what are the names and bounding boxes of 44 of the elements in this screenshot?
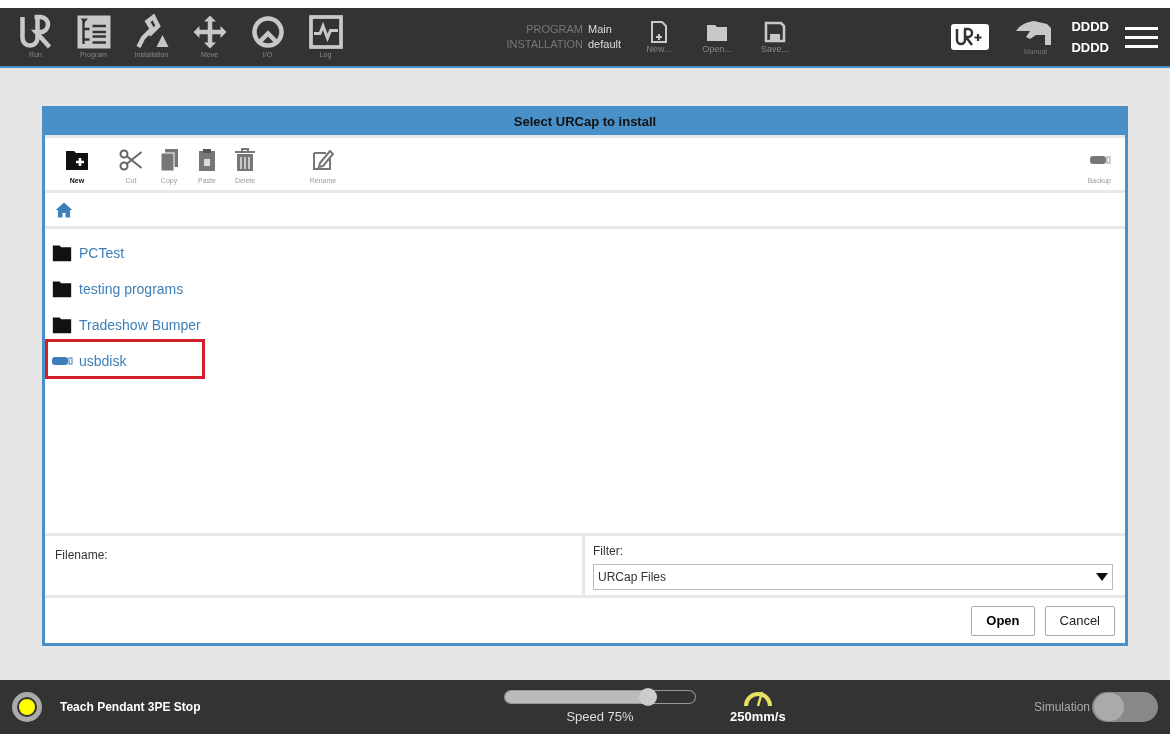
caret-icon xyxy=(1096,573,1108,581)
trash-icon xyxy=(233,148,257,172)
file-item[interactable]: Tradeshow Bumper xyxy=(79,314,201,336)
slider-thumb[interactable] xyxy=(638,688,657,707)
log-chart-icon xyxy=(307,14,344,50)
program-label: PROGRAM xyxy=(525,22,583,37)
menu-icon[interactable] xyxy=(1125,26,1158,48)
dialog-title: Select URCap to install xyxy=(45,109,1125,135)
file-item[interactable]: usbdisk xyxy=(79,350,127,372)
filename-label: Filename: xyxy=(55,548,108,562)
folder-icon xyxy=(51,315,73,335)
rename-icon xyxy=(311,148,335,172)
simulation-toggle[interactable] xyxy=(1092,692,1158,722)
save-icon xyxy=(763,19,788,44)
folder-icon xyxy=(51,243,73,263)
scissors-icon xyxy=(119,148,143,172)
program-value: default xyxy=(588,37,622,52)
program-tree-icon xyxy=(75,14,112,50)
dialog-button[interactable]: Cancel xyxy=(1044,605,1115,636)
tcp-speed: 250mm/s xyxy=(730,708,786,727)
dialog-button[interactable]: Open xyxy=(971,605,1035,636)
usb-drive-icon xyxy=(1089,154,1111,166)
toolbar-button[interactable]: Save... xyxy=(757,19,794,55)
file-item[interactable]: PCTest xyxy=(79,242,125,264)
ur-logo-icon xyxy=(17,14,54,50)
user-name: DDDD xyxy=(1071,39,1109,57)
folder-icon xyxy=(51,279,73,299)
move-arrows-icon xyxy=(191,14,228,50)
new-folder-icon xyxy=(65,148,89,172)
usb-drive-icon xyxy=(51,355,73,367)
io-gauge-icon xyxy=(249,14,286,50)
simulation-label: Simulation xyxy=(1033,699,1090,716)
program-value: Main xyxy=(588,22,612,37)
toolbar-button[interactable]: New... xyxy=(641,19,678,55)
speed-label: Speed 75% xyxy=(566,708,634,727)
status-text: Teach Pendant 3PE Stop xyxy=(60,699,202,716)
urplus-logo-icon[interactable] xyxy=(951,24,990,50)
program-label: INSTALLATION xyxy=(505,37,583,52)
home-icon xyxy=(55,200,73,219)
filter-label: Filter: xyxy=(593,543,624,560)
filter-dropdown[interactable]: URCap Files xyxy=(593,564,1113,590)
user-name: DDDD xyxy=(1071,18,1109,36)
file-item[interactable]: testing programs xyxy=(79,278,184,300)
toolbar-button[interactable]: Open... xyxy=(699,19,736,55)
